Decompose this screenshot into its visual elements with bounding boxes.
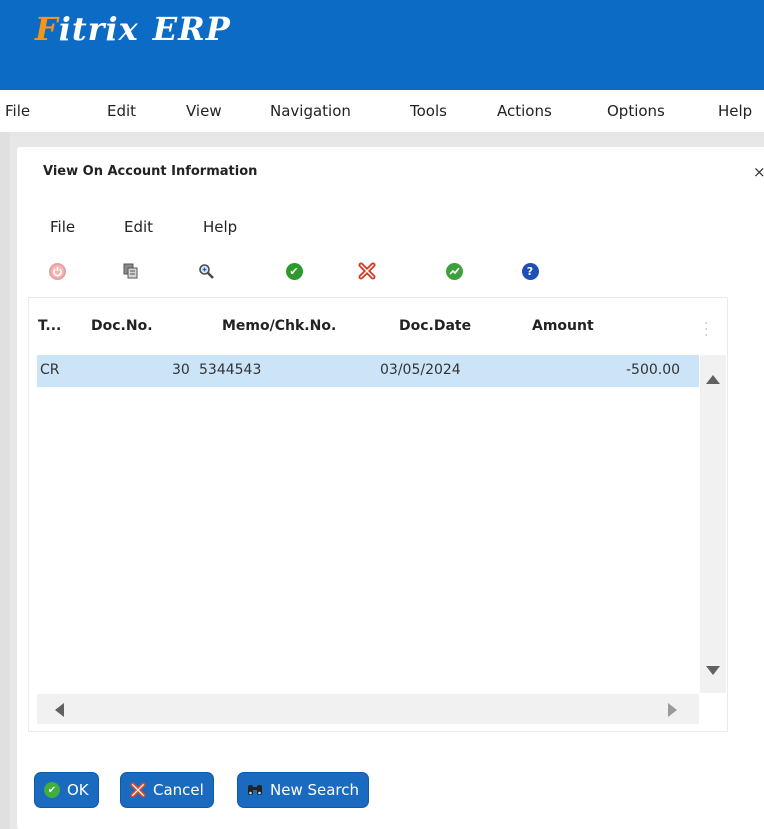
cancel-x-icon [130,782,146,798]
new-search-button-label: New Search [270,781,360,799]
column-amount[interactable]: Amount [532,318,594,334]
menu-view[interactable]: View [186,102,222,120]
dialog-menu-edit[interactable]: Edit [124,218,153,236]
power-icon[interactable] [46,260,68,282]
check-icon: ✔ [44,782,60,798]
fitrix-logo: Fitrix ERP [35,10,231,48]
table-row[interactable]: CR 30 5344543 03/05/2024 -500.00 [37,355,699,387]
cell-memo: 5344543 [199,362,262,378]
ok-button-label: OK [67,781,89,799]
logo-text: itrix [58,10,139,48]
cell-doc-date: 03/05/2024 [380,362,461,378]
left-edge-bar [0,132,10,829]
new-search-button[interactable]: New Search [237,772,370,808]
logo-suffix: ERP [152,10,231,48]
cancel-button[interactable]: Cancel [120,772,214,808]
cancel-x-icon[interactable] [356,260,378,282]
menu-actions[interactable]: Actions [497,102,552,120]
copy-pages-icon[interactable] [120,260,142,282]
column-doc-date[interactable]: Doc.Date [399,318,471,334]
scroll-right-arrow-icon[interactable] [668,703,677,717]
horizontal-scrollbar[interactable] [37,694,699,724]
column-options-icon[interactable]: · · · [704,317,708,343]
binoculars-icon [247,783,263,797]
zoom-search-icon[interactable] [195,260,217,282]
menu-help[interactable]: Help [718,102,752,120]
app-header: Fitrix ERP [0,0,764,90]
cell-type: CR [40,362,60,378]
cell-doc-no: 30 [172,362,190,378]
menu-navigation[interactable]: Navigation [270,102,351,120]
column-doc-no[interactable]: Doc.No. [91,318,153,334]
menu-edit[interactable]: Edit [107,102,136,120]
column-type[interactable]: T... [38,318,61,334]
menu-tools[interactable]: Tools [410,102,447,120]
vertical-scrollbar[interactable] [700,355,726,693]
cell-amount: -500.00 [626,362,681,378]
main-menu-bar: File Edit View Navigation Tools Actions … [0,90,764,132]
column-memo-chk-no[interactable]: Memo/Chk.No. [222,318,336,334]
menu-options[interactable]: Options [607,102,665,120]
dialog-menu-file[interactable]: File [50,218,75,236]
dialog-title: View On Account Information [43,164,258,179]
view-on-account-dialog: View On Account Information × File Edit … [17,147,764,829]
scroll-left-arrow-icon[interactable] [55,703,64,717]
scroll-up-arrow-icon[interactable] [706,375,720,384]
refresh-chart-icon[interactable] [443,260,465,282]
help-icon[interactable]: ? [519,260,541,282]
ok-button[interactable]: ✔ OK [34,772,99,808]
dialog-menu-help[interactable]: Help [203,218,237,236]
close-icon[interactable]: × [753,163,764,181]
scroll-down-arrow-icon[interactable] [706,666,720,675]
accept-check-icon[interactable]: ✔ [283,260,305,282]
on-account-table: T... Doc.No. Memo/Chk.No. Doc.Date Amoun… [28,297,728,732]
menu-file[interactable]: File [5,102,30,120]
cancel-button-label: Cancel [153,781,204,799]
